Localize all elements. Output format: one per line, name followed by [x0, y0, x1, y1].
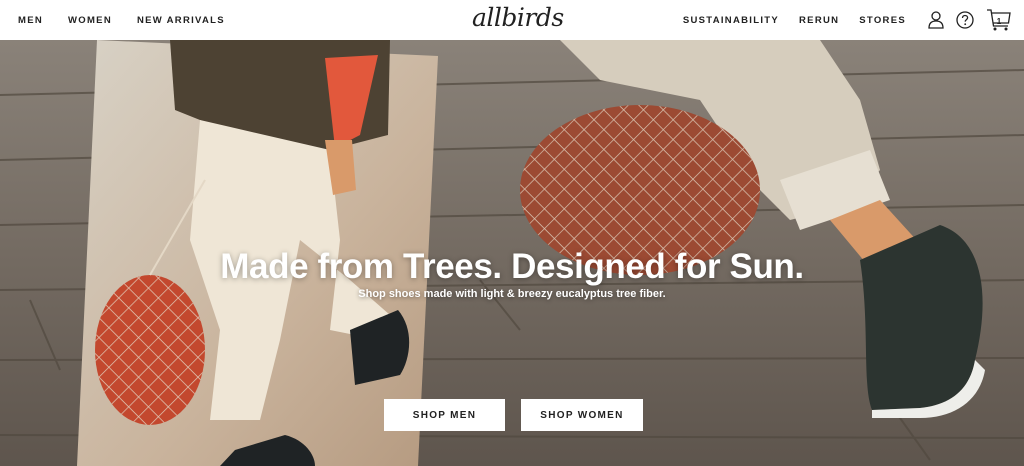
hero-title: Made from Trees. Designed for Sun.: [220, 247, 804, 287]
shop-women-button[interactable]: SHOP WOMEN: [521, 399, 643, 431]
account-icon[interactable]: [928, 11, 944, 29]
nav-link-stores[interactable]: STORES: [859, 15, 906, 26]
hero-subtitle: Shop shoes made with light & breezy euca…: [358, 288, 666, 300]
top-navigation: MEN WOMEN NEW ARRIVALS allbirds SUSTAINA…: [0, 0, 1024, 40]
nav-link-rerun[interactable]: RERUN: [799, 15, 839, 26]
secondary-nav: SUSTAINABILITY RERUN STORES 1: [683, 8, 1012, 32]
nav-link-men[interactable]: MEN: [18, 15, 43, 26]
brand-logo[interactable]: allbirds: [472, 4, 564, 32]
shop-men-button[interactable]: SHOP MEN: [384, 399, 505, 431]
nav-link-new-arrivals[interactable]: NEW ARRIVALS: [137, 15, 225, 26]
primary-nav: MEN WOMEN NEW ARRIVALS: [18, 15, 225, 26]
cart-icon[interactable]: 1: [986, 8, 1012, 32]
nav-link-sustainability[interactable]: SUSTAINABILITY: [683, 15, 779, 26]
hero-banner: Made from Trees. Designed for Sun. Shop …: [0, 40, 1024, 466]
nav-link-women[interactable]: WOMEN: [68, 15, 112, 26]
nav-icon-group: 1: [928, 8, 1012, 32]
cart-count-badge: 1: [996, 16, 1002, 26]
help-icon[interactable]: [956, 11, 974, 29]
